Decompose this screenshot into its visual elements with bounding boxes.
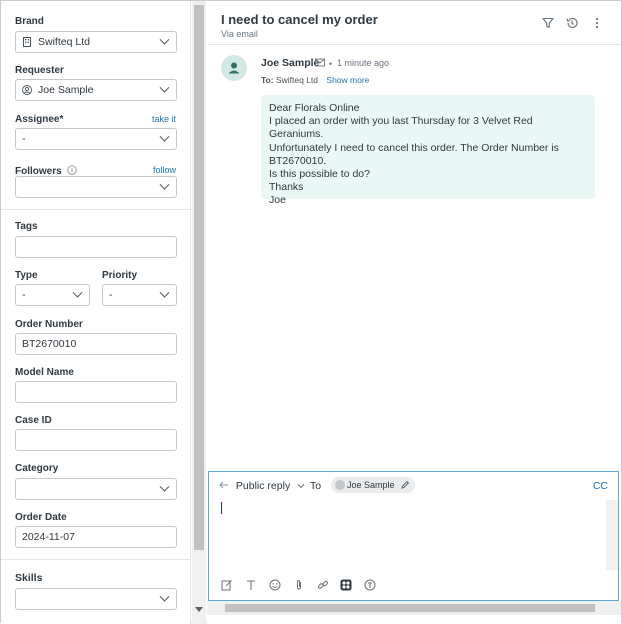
order-date-value: 2024-11-07	[22, 531, 75, 543]
priority-select[interactable]: -	[102, 284, 177, 306]
ticket-channel: Via email	[221, 29, 258, 39]
left-panel-scrollbar[interactable]	[192, 1, 206, 624]
to-label: To:	[261, 75, 274, 85]
compose-icon[interactable]	[221, 579, 233, 591]
category-label: Category	[15, 463, 59, 474]
follow-link[interactable]: follow	[153, 165, 176, 175]
chevron-down-icon	[159, 287, 170, 298]
text-format-icon[interactable]	[245, 579, 257, 591]
requester-value: Joe Sample	[38, 84, 94, 96]
chevron-down-icon	[159, 131, 170, 142]
case-id-label: Case ID	[15, 415, 52, 426]
reply-type-select[interactable]: Public reply	[219, 480, 305, 492]
message-body: Dear Florals Online I placed an order wi…	[261, 95, 595, 206]
chevron-down-icon	[159, 591, 170, 602]
ticket-properties-panel: Brand Swifteq Ltd Requester Joe Sample A…	[1, 1, 191, 624]
conversation-pane: I need to cancel my order Via email Joe …	[207, 1, 621, 624]
link-icon[interactable]	[317, 579, 329, 591]
message-line: Unfortunately I need to cancel this orde…	[269, 141, 559, 167]
composer-scrollbar[interactable]	[606, 500, 618, 570]
chevron-down-icon	[159, 179, 170, 190]
message-line: I placed an order with you last Thursday…	[269, 115, 533, 141]
type-label: Type	[15, 270, 38, 281]
message-line: Is this possible to do?	[269, 168, 370, 181]
more-vertical-icon[interactable]	[590, 16, 604, 30]
skills-select[interactable]	[15, 588, 177, 610]
app-frame: Brand Swifteq Ltd Requester Joe Sample A…	[0, 0, 622, 624]
scrollbar-thumb[interactable]	[194, 5, 204, 550]
text-cursor	[221, 502, 222, 514]
requester-label: Requester	[15, 65, 64, 76]
order-number-value: BT2670010	[22, 338, 77, 350]
tags-input[interactable]	[15, 236, 177, 258]
followers-select[interactable]	[15, 176, 177, 198]
order-date-input[interactable]: 2024-11-07	[15, 526, 177, 548]
message-time: 1 minute ago	[337, 58, 390, 68]
ticket-title: I need to cancel my order	[221, 12, 378, 27]
chevron-down-icon	[159, 481, 170, 492]
brand-value: Swifteq Ltd	[38, 36, 90, 48]
filter-icon[interactable]	[541, 16, 555, 30]
take-it-link[interactable]: take it	[152, 114, 176, 124]
chevron-down-icon	[159, 34, 170, 45]
order-number-label: Order Number	[15, 319, 83, 330]
pencil-icon[interactable]	[400, 480, 410, 490]
case-id-input[interactable]	[15, 429, 177, 451]
history-icon[interactable]	[565, 16, 579, 30]
message-sender[interactable]: Joe Sample	[261, 57, 319, 69]
type-select[interactable]: -	[15, 284, 90, 306]
recipient-name: Joe Sample	[347, 480, 395, 490]
scrollbar-thumb[interactable]	[225, 604, 595, 612]
show-more-link[interactable]: Show more	[326, 75, 369, 85]
message-line: Thanks	[269, 181, 304, 194]
info-icon[interactable]	[67, 165, 78, 175]
priority-label: Priority	[102, 270, 138, 281]
order-number-input[interactable]: BT2670010	[15, 333, 177, 355]
cc-button[interactable]: CC	[593, 480, 608, 492]
brand-select[interactable]: Swifteq Ltd	[15, 31, 177, 53]
attachment-icon[interactable]	[293, 579, 305, 591]
assignee-select[interactable]: -	[15, 128, 177, 150]
model-name-label: Model Name	[15, 367, 74, 378]
reply-type-label: Public reply	[235, 480, 291, 492]
assignee-label: Assignee*	[15, 114, 64, 125]
order-date-label: Order Date	[15, 512, 67, 523]
separator-dot: •	[329, 59, 333, 69]
horizontal-scrollbar[interactable]	[207, 601, 621, 615]
assignee-value: -	[22, 133, 26, 145]
brand-label: Brand	[15, 16, 44, 27]
avatar	[335, 480, 345, 490]
chevron-down-icon	[159, 82, 170, 93]
app-icon[interactable]	[340, 579, 352, 591]
type-value: -	[22, 289, 26, 301]
reply-composer[interactable]: Public reply To Joe Sample CC	[208, 471, 619, 601]
emoji-icon[interactable]	[269, 579, 281, 591]
user-icon	[228, 62, 240, 74]
skills-label: Skills	[15, 572, 43, 584]
divider	[1, 209, 190, 210]
message-line: Joe	[269, 194, 286, 207]
to-value: Swifteq Ltd	[275, 75, 319, 85]
requester-select[interactable]: Joe Sample	[15, 79, 177, 101]
model-name-input[interactable]	[15, 381, 177, 403]
priority-value: -	[109, 289, 113, 301]
reply-arrow-icon	[219, 481, 228, 489]
tags-label: Tags	[15, 221, 38, 232]
building-icon	[23, 37, 31, 47]
mail-icon	[315, 58, 325, 67]
chevron-down-icon	[72, 287, 83, 298]
avatar	[221, 55, 247, 81]
to-label: To	[310, 480, 322, 492]
scroll-down-arrow-icon[interactable]	[195, 607, 203, 612]
category-select[interactable]	[15, 478, 177, 500]
ticket-header: I need to cancel my order Via email	[207, 1, 621, 45]
divider	[1, 559, 190, 560]
text-icon[interactable]	[364, 579, 376, 591]
message-line: Dear Florals Online	[269, 102, 360, 114]
chevron-down-icon	[297, 484, 305, 489]
message-recipients: To: Swifteq Ltd Show more	[261, 75, 369, 85]
recipient-pill[interactable]: Joe Sample	[331, 477, 415, 493]
user-icon	[22, 85, 32, 95]
